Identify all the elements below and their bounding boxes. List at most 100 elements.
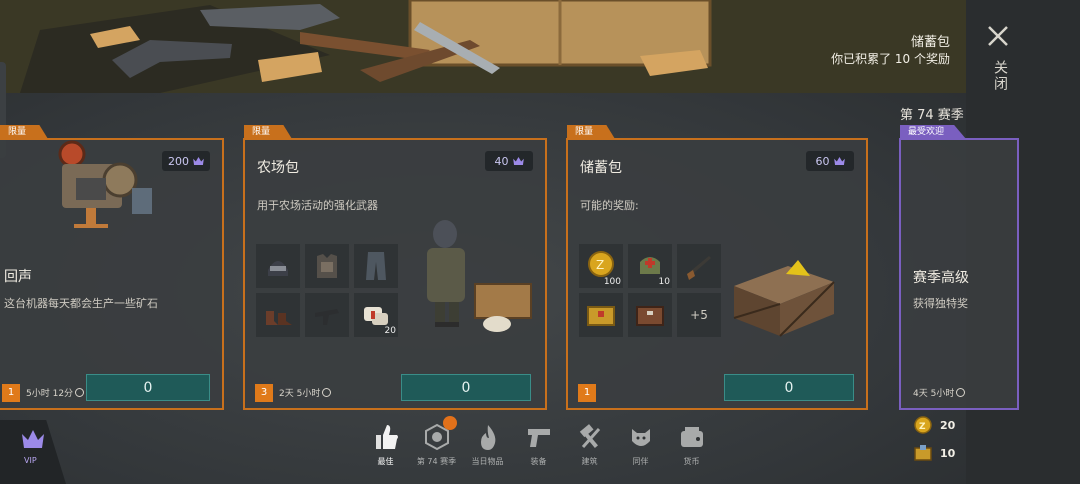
crown-icon: [512, 157, 524, 165]
price-badge: 60: [806, 151, 854, 171]
clock-icon: [322, 388, 332, 397]
card-title: 回声: [4, 269, 32, 285]
card-description: 可能的奖励:: [580, 199, 639, 212]
limited-tag: 限量: [244, 125, 293, 139]
savings-pack-card[interactable]: 储蓄包 60 可能的奖励: Z 100 10 +5 1 0: [566, 138, 868, 410]
svg-text:Z: Z: [596, 258, 604, 272]
quantity-badge: 3: [255, 384, 273, 402]
item-count: 10: [658, 277, 670, 287]
box-balance[interactable]: 10: [914, 444, 955, 462]
dog-icon: [632, 429, 650, 446]
medkit-bag-icon[interactable]: 10: [628, 244, 672, 288]
loot-crate-icon: [733, 260, 835, 337]
limited-tag: 限量: [0, 125, 49, 139]
brown-crate-icon[interactable]: [628, 293, 672, 337]
crown-icon: [22, 430, 44, 448]
helmet-icon[interactable]: [256, 244, 300, 288]
tab-daily-items[interactable]: 当日物品: [462, 420, 513, 468]
reward-grid: Z 100 10 +5: [579, 244, 721, 337]
season-heading: 第 74 赛季: [900, 108, 964, 123]
item-count: 100: [603, 277, 621, 287]
tab-equipment[interactable]: 装备: [513, 420, 564, 468]
yellow-crate-icon[interactable]: [579, 293, 623, 337]
hammer-icon: [579, 424, 601, 448]
flame-badge-icon: [443, 416, 457, 430]
card-description: 这台机器每天都会生产一些矿石: [4, 297, 158, 310]
timer: 2天 5小时: [279, 386, 332, 399]
timer-text: 2天 5小时: [279, 389, 321, 399]
most-popular-tag: 最受欢迎: [900, 125, 967, 139]
coin-icon[interactable]: Z 100: [579, 244, 623, 288]
card-title: 农场包: [257, 160, 299, 176]
tab-best[interactable]: 最佳: [360, 420, 411, 468]
echo-card[interactable]: 200 回声 这台机器每天都会生产一些矿石 1 5小时 12分 0: [0, 138, 224, 410]
timer-text: 4天 5小时: [913, 389, 955, 399]
armor-vest-icon[interactable]: [305, 244, 349, 288]
timer: 4天 5小时: [913, 386, 966, 399]
banner-subtitle: 你已积累了 10 个奖励: [831, 52, 950, 66]
crown-icon: [193, 157, 204, 165]
tab-label: 同伴: [632, 457, 649, 466]
timer-text: 5小时 12分: [26, 389, 74, 399]
price-value: 60: [815, 154, 830, 168]
card-description: 用于农场活动的强化武器: [257, 199, 378, 212]
price-badge: 200: [162, 151, 210, 171]
coin-icon: Z: [914, 416, 932, 434]
svg-text:Z: Z: [919, 422, 926, 432]
clock-icon: [956, 388, 966, 397]
quantity-badge: 1: [578, 384, 596, 402]
vip-tab[interactable]: [0, 420, 66, 484]
boots-icon[interactable]: [256, 293, 300, 337]
vip-label: VIP: [24, 456, 37, 465]
buy-button[interactable]: 0: [86, 374, 210, 401]
pants-icon[interactable]: [354, 244, 398, 288]
bandage-icon[interactable]: 20: [354, 293, 398, 337]
tab-currency[interactable]: 货币: [666, 420, 717, 468]
more-rewards-label[interactable]: +5: [677, 293, 721, 337]
shop-screen: 储蓄包 你已积累了 10 个奖励 关闭 第 74 赛季 限量 200 回声 这台…: [0, 0, 1080, 484]
ore-machine-icon: [58, 140, 152, 228]
coin-count: 20: [940, 418, 956, 432]
card-title: 赛季高级: [913, 270, 969, 286]
crown-icon: [833, 157, 845, 165]
limited-tag: 限量: [567, 125, 616, 139]
farm-pack-card[interactable]: 农场包 40 用于农场活动的强化武器 20 3 2天 5小时 0: [243, 138, 547, 410]
supply-box-icon: [914, 445, 932, 461]
close-button-label[interactable]: 关闭: [990, 60, 1010, 92]
box-count: 10: [940, 446, 956, 460]
tab-label: 货币: [683, 457, 700, 466]
tab-companions[interactable]: 同伴: [615, 420, 666, 468]
tab-label: 当日物品: [471, 457, 504, 466]
timer: 5小时 12分: [26, 386, 85, 399]
thumbs-up-icon: [376, 425, 398, 449]
banner-title: 储蓄包: [910, 35, 950, 50]
tab-label: 最佳: [377, 457, 394, 466]
shotgun-icon[interactable]: [677, 244, 721, 288]
clock-icon: [75, 388, 85, 397]
tab-label: 第 74 赛季: [416, 457, 457, 466]
buy-button[interactable]: 0: [401, 374, 531, 401]
price-value: 40: [494, 154, 509, 168]
quantity-badge: 1: [2, 384, 20, 402]
reward-grid: 20: [256, 244, 398, 337]
weapons-banner-art: [0, 0, 966, 93]
pistol-icon: [528, 429, 550, 447]
tab-season-74[interactable]: 第 74 赛季: [411, 416, 462, 468]
smg-icon[interactable]: [305, 293, 349, 337]
price-value: 200: [168, 154, 189, 168]
soldier-figure-icon: [427, 220, 532, 332]
season-premium-card[interactable]: 赛季高级 获得独特奖 4天 5小时: [899, 138, 1019, 410]
card-title: 储蓄包: [580, 160, 622, 176]
price-badge: 40: [485, 151, 533, 171]
category-nav: 最佳 第 74 赛季 当日物品 装备 建筑 同伴 货币: [360, 416, 717, 468]
coin-balance[interactable]: Z 20: [914, 416, 955, 434]
card-description: 获得独特奖: [913, 297, 968, 310]
tab-building[interactable]: 建筑: [564, 420, 615, 468]
item-count: 20: [384, 326, 396, 336]
tab-label: 装备: [530, 457, 547, 466]
tab-label: 建筑: [581, 457, 598, 466]
savings-banner[interactable]: 储蓄包 你已积累了 10 个奖励: [0, 0, 966, 93]
buy-button[interactable]: 0: [724, 374, 854, 401]
close-icon[interactable]: [986, 24, 1010, 48]
wallet-icon: [681, 427, 703, 447]
